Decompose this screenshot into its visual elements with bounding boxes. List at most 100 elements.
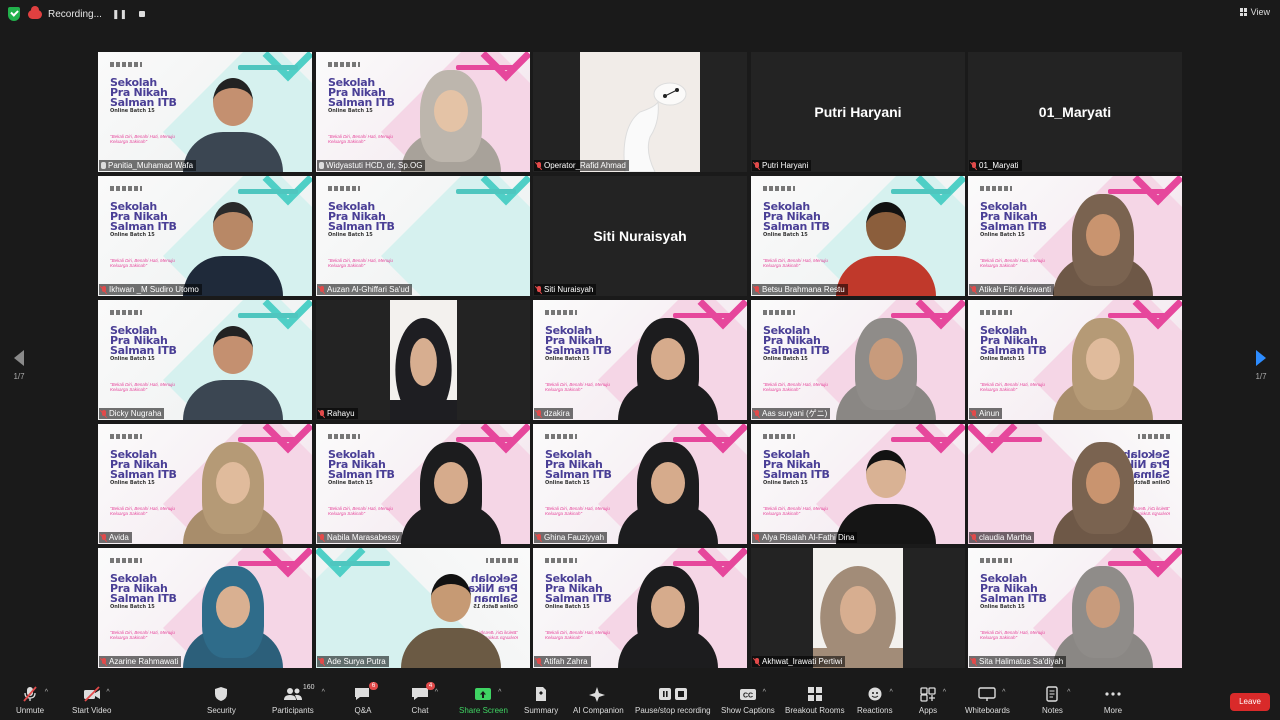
- next-page-button[interactable]: 1/7: [1249, 350, 1273, 381]
- participant-tile[interactable]: Sekolah Pra Nikah Salman ITB Online Batch 1…: [968, 300, 1182, 420]
- participant-display-name: Putri Haryani: [814, 104, 902, 120]
- summary-button[interactable]: Summary: [524, 686, 558, 715]
- participant-tile[interactable]: Sekolah Pra Nikah Salman ITB Online Batch 1…: [98, 424, 312, 544]
- participant-tile[interactable]: Sekolah Pra Nikah Salman ITB Online Batch 1…: [968, 548, 1182, 668]
- person-face: [651, 586, 685, 628]
- leave-button[interactable]: Leave: [1230, 693, 1270, 711]
- slide-tagline: "Bekali Diri, Benahi Hati, Menuju Keluar…: [763, 382, 828, 392]
- participant-video: [396, 434, 506, 544]
- participant-tile[interactable]: Sekolah Pra Nikah Salman ITB Online Batch 1…: [533, 424, 747, 544]
- slide-subtitle: Online Batch 15: [328, 108, 373, 114]
- microphone-muted-icon: [971, 161, 977, 170]
- microphone-muted-icon: [319, 285, 325, 294]
- participant-tile[interactable]: Sekolah Pra Nikah Salman ITB Online Batch 1…: [316, 176, 530, 296]
- slide-subtitle: Online Batch 15: [110, 604, 155, 610]
- participant-tile[interactable]: Sekolah Pra Nikah Salman ITB Online Batch 1…: [98, 300, 312, 420]
- participant-video: [1048, 434, 1158, 544]
- show-captions-button[interactable]: CC ^ Show Captions: [721, 686, 775, 715]
- participant-tile[interactable]: Sekolah Pra Nikah Salman ITB Online Batch 1…: [98, 52, 312, 172]
- stop-recording-icon[interactable]: [139, 11, 146, 17]
- participant-name: claudia Martha: [979, 533, 1032, 542]
- participant-name-tag: Atikah Fitri Ariswanti: [969, 284, 1055, 295]
- chat-badge: 4: [426, 682, 435, 690]
- person-face: [216, 462, 250, 504]
- slide-title: Sekolah Pra Nikah Salman ITB Online Batch 1…: [763, 449, 830, 487]
- security-label: Security: [207, 706, 236, 715]
- chevron-up-icon[interactable]: ^: [435, 689, 438, 696]
- recording-indicator[interactable]: Recording... ❚❚: [28, 5, 146, 23]
- pause-recording-icon[interactable]: ❚❚: [112, 9, 127, 20]
- reactions-button[interactable]: ^ Reactions: [857, 686, 893, 715]
- whiteboards-button[interactable]: ^ Whiteboards: [965, 686, 1010, 715]
- participant-name: Avida: [109, 533, 129, 542]
- apps-button[interactable]: ^ Apps: [918, 686, 946, 715]
- participant-tile[interactable]: Akhwat_Irawati Pertiwi: [751, 548, 965, 668]
- participant-tile[interactable]: Sekolah Pra Nikah Salman ITB Online Batch 1…: [316, 424, 530, 544]
- slide-title-line: Salman ITB: [980, 344, 1047, 357]
- chevron-up-icon[interactable]: ^: [45, 689, 48, 696]
- participant-name: Alya Risalah Al-Fathi Dina: [762, 533, 855, 542]
- chat-button[interactable]: 4 ^ Chat: [410, 682, 438, 715]
- sponsor-logos: [328, 434, 360, 439]
- participant-tile[interactable]: Sekolah Pra Nikah Salman ITB Online Batch 1…: [98, 548, 312, 668]
- participants-button[interactable]: 160 ^ Participants: [272, 684, 325, 715]
- participant-tile[interactable]: Operator_Rafid Ahmad: [533, 52, 747, 172]
- slide-subtitle: Online Batch 15: [110, 232, 155, 238]
- participant-video: [1048, 186, 1158, 296]
- participant-tile[interactable]: Sekolah Pra Nikah Salman ITB Online Batch 1…: [316, 52, 530, 172]
- apps-icon: ^: [918, 686, 946, 702]
- participant-tile[interactable]: Sekolah Pra Nikah Salman ITB Online Batch 1…: [968, 424, 1182, 544]
- qa-button[interactable]: 6 Q&A: [353, 682, 378, 715]
- participant-tile[interactable]: Sekolah Pra Nikah Salman ITB Online Batch 1…: [751, 424, 965, 544]
- slide-tagline: "Bekali Diri, Benahi Hati, Menuju Keluar…: [980, 630, 1045, 640]
- chevron-up-icon[interactable]: ^: [322, 689, 325, 696]
- person-face: [1086, 338, 1120, 380]
- participant-tile[interactable]: Sekolah Pra Nikah Salman ITB Online Batch 1…: [316, 548, 530, 668]
- participant-name: Ikhwan _M Sudiro Utomo: [109, 285, 199, 294]
- more-button[interactable]: More: [1103, 686, 1123, 715]
- qa-badge: 6: [369, 682, 378, 690]
- security-button[interactable]: Security: [207, 686, 236, 715]
- participant-tile[interactable]: Siti Nuraisyah Siti Nuraisyah: [533, 176, 747, 296]
- whiteboards-label: Whiteboards: [965, 706, 1010, 715]
- breakout-rooms-button[interactable]: Breakout Rooms: [785, 686, 845, 715]
- slide-title-line: Salman ITB: [763, 220, 830, 233]
- participant-tile[interactable]: Sekolah Pra Nikah Salman ITB Online Batch 1…: [751, 176, 965, 296]
- microphone-muted-icon: [319, 409, 325, 418]
- participant-tile[interactable]: Sekolah Pra Nikah Salman ITB Online Batch 1…: [533, 300, 747, 420]
- participant-name: Azarine Rahmawati: [109, 657, 179, 666]
- previous-page-button[interactable]: 1/7: [7, 350, 31, 381]
- chevron-up-icon[interactable]: ^: [1067, 689, 1070, 696]
- participant-name-tag: Siti Nuraisyah: [534, 284, 597, 295]
- slide-tagline: "Bekali Diri, Benahi Hati, Menuju Keluar…: [980, 382, 1045, 392]
- chevron-up-icon[interactable]: ^: [763, 689, 766, 696]
- slide-subtitle: Online Batch 15: [545, 356, 590, 362]
- pause-recording-button[interactable]: Pause/stop recording: [635, 686, 711, 715]
- participant-tile[interactable]: Sekolah Pra Nikah Salman ITB Online Batch 1…: [751, 300, 965, 420]
- chevron-up-icon[interactable]: ^: [1002, 689, 1005, 696]
- microphone-muted-icon: [971, 409, 977, 418]
- participant-tile[interactable]: Putri Haryani Putri Haryani: [751, 52, 965, 172]
- notes-button[interactable]: ^ Notes: [1042, 686, 1070, 715]
- chevron-up-icon[interactable]: ^: [889, 689, 892, 696]
- encryption-shield-icon[interactable]: [8, 7, 20, 21]
- unmute-button[interactable]: ^ Unmute: [16, 686, 48, 715]
- slide-subtitle: Online Batch 15: [763, 232, 808, 238]
- participant-tile[interactable]: Sekolah Pra Nikah Salman ITB Online Batch 1…: [533, 548, 747, 668]
- ai-companion-button[interactable]: AI Companion: [573, 686, 624, 715]
- share-screen-button[interactable]: ^ Share Screen: [459, 686, 508, 715]
- participant-tile[interactable]: Sekolah Pra Nikah Salman ITB Online Batch 1…: [968, 176, 1182, 296]
- chevron-up-icon[interactable]: ^: [943, 689, 946, 696]
- participant-tile[interactable]: Sekolah Pra Nikah Salman ITB Online Batch 1…: [98, 176, 312, 296]
- participant-tile[interactable]: Rahayu: [316, 300, 530, 420]
- participant-name-tag: claudia Martha: [969, 532, 1035, 543]
- qa-icon: 6: [353, 682, 378, 702]
- view-button[interactable]: View: [1239, 7, 1270, 17]
- chevron-up-icon[interactable]: ^: [106, 689, 109, 696]
- chevron-up-icon[interactable]: ^: [498, 689, 501, 696]
- participant-tile[interactable]: 01_Maryati 01_Maryati: [968, 52, 1182, 172]
- participant-name: dzakira: [544, 409, 570, 418]
- start-video-button[interactable]: ^ Start Video: [72, 686, 111, 715]
- grid-view-icon: [1239, 8, 1248, 16]
- slide-tagline: "Bekali Diri, Benahi Hati, Menuju Keluar…: [980, 258, 1045, 268]
